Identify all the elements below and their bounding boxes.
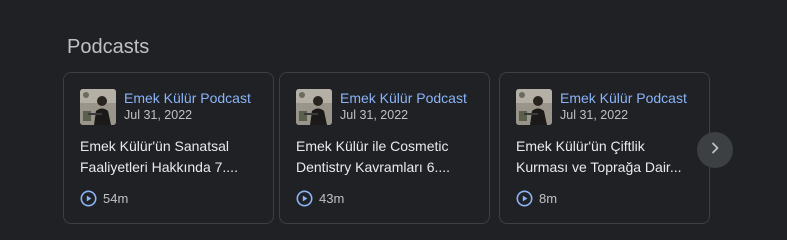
episode-title-line: Emek Külür'ün Çiftlik [516,138,645,154]
podcast-thumbnail [80,89,116,125]
podcast-card[interactable]: Emek Külür Podcast Jul 31, 2022 Emek Kül… [499,72,710,224]
episode-title[interactable]: Emek Külür'ün Sanatsal Faaliyetleri Hakk… [80,136,264,178]
play-circle-icon [296,190,313,207]
podcast-thumbnail [296,89,332,125]
chevron-right-icon [707,140,723,161]
episode-duration: 8m [539,191,558,206]
episode-title-line: Faaliyetleri Hakkında 7.... [80,159,238,175]
play-circle-icon [80,190,97,207]
podcast-card[interactable]: Emek Külür Podcast Jul 31, 2022 Emek Kül… [63,72,274,224]
podcast-date: Jul 31, 2022 [340,108,409,122]
episode-title-line: Emek Külür'ün Sanatsal [80,138,229,154]
episode-duration: 54m [103,191,129,206]
podcast-name-link[interactable]: Emek Külür Podcast [124,90,251,106]
episode-title[interactable]: Emek Külür'ün Çiftlik Kurması ve Toprağa… [516,136,700,178]
duration-row: 43m [296,190,344,207]
section-title: Podcasts [67,36,150,58]
episode-title[interactable]: Emek Külür ile Cosmetic Dentistry Kavram… [296,136,480,178]
episode-title-line: Dentistry Kavramları 6.... [296,159,451,175]
duration-row: 8m [516,190,557,207]
podcast-date: Jul 31, 2022 [560,108,629,122]
episode-duration: 43m [319,191,345,206]
podcast-card[interactable]: Emek Külür Podcast Jul 31, 2022 Emek Kül… [279,72,490,224]
play-circle-icon [516,190,533,207]
podcast-name-link[interactable]: Emek Külür Podcast [340,90,467,106]
episode-title-line: Kurması ve Toprağa Dair... [516,159,682,175]
podcast-date: Jul 31, 2022 [124,108,193,122]
duration-row: 54m [80,190,128,207]
podcast-name-link[interactable]: Emek Külür Podcast [560,90,687,106]
episode-title-line: Emek Külür ile Cosmetic [296,138,449,154]
podcast-thumbnail [516,89,552,125]
next-button[interactable] [697,132,733,168]
